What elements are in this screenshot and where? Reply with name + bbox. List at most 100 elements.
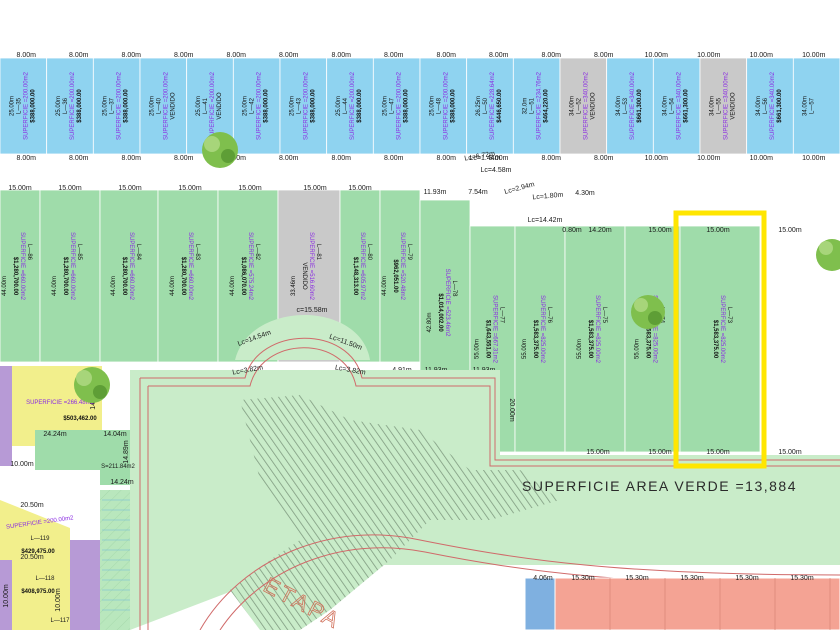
width-dim-top: 15.00m [118,185,142,192]
lot-id: L—75 [601,307,607,324]
lot-depth: 44.00m [52,276,58,296]
width-dim: 15.30m [790,575,814,582]
lot-price: $1,280,700.00 [121,257,127,296]
lot-superficie: SUPERFICIE =340.00m2 [677,71,683,140]
lot-depth: 25.00m [9,96,15,116]
lot-price: $1,280,700.00 [62,257,68,296]
lot-depth: 25.00m [383,96,389,116]
lot-price: $388,000.00 [357,89,363,123]
width-dim-top: 10.00m [802,52,826,59]
width-dim: 20.50m [20,554,44,561]
lot-id: L—83 [194,244,200,261]
lot-price: $1,583,375.00 [712,320,718,359]
lot-depth: 44.00m [111,276,117,296]
lot-id: L—51 [530,97,536,114]
lot-depth: 44.00m [230,276,236,296]
width-dim-top: 15.00m [58,185,82,192]
bottom-right-lots: 4.06m 15.30m 15.30m 15.30m 15.30m 15.30m [524,575,840,630]
lot-id: L—55 [716,97,722,114]
lot-price: $1,583,375.00 [587,320,593,359]
width-dim-top: 7.54m [468,189,488,196]
width-dim: 20.50m [20,502,44,509]
lot-id: L—36 [63,97,69,114]
lot-superficie: SUPERFICIE =200.00m2 [303,71,309,140]
width-dim: 15.30m [735,575,759,582]
width-dim-top: 11.93m [424,189,447,196]
lot-depth: 44.00m [382,276,388,296]
lot-status: VENDIDO [170,92,176,120]
lot-price: $1,086,070.00 [240,257,246,296]
lot-depth: 55.00m [577,339,583,359]
lot-superficie: SUPERFICIE =200.00m2 [23,71,29,140]
lot-status: VENDIDO [217,92,223,120]
bottom-left-text: L—117 [51,618,71,624]
lot-depth: 55.00m [522,339,528,359]
bottom-left-text: L—118 [36,576,56,582]
width-dim-bottom: 15.00m [706,449,730,456]
width-dim: 14.89m [123,440,130,464]
lot-depth: 25.00m [289,96,295,116]
lot-id: L—43 [296,97,302,114]
tree-icon [202,132,238,168]
curve-dim: c=15.58m [297,307,328,314]
width-dim-top: 15.00m [706,227,730,234]
lot-superficie: SUPERFICIE =200.00m2 [443,71,449,140]
lot-price: $1,148,313.00 [352,257,358,296]
lot-price: $1,280,700.00 [12,257,18,296]
lot-price: $1,280,700.00 [180,257,186,296]
lot-L57[interactable] [792,57,840,155]
width-dim: 15.30m [571,575,595,582]
width-dim-top: 8.00m [174,52,194,59]
lot-depth: 55.00m [635,339,641,359]
lot-depth: 34.00m [709,96,715,116]
lot-superficie: SUPERFICIE =516.60m2 [308,232,314,301]
lot-id: L—50 [483,97,489,114]
width-dim: 10.00m [3,584,10,608]
lot-superficie: SUPERFICIE =200.00m2 [210,71,216,140]
lot-status: VENDIDO [301,262,307,290]
lot-price: $388,000.00 [30,89,36,123]
width-dim: 15.30m [680,575,704,582]
width-dim-top: 8.00m [279,52,299,59]
lot-superficie: SUPERFICIE =660.00m2 [187,232,193,301]
lot-id: L—37 [110,97,116,114]
tree-icon [74,367,110,403]
lot-depth: 25.00m [243,96,249,116]
lot-id: L—76 [546,307,552,324]
lot-id: L—57 [810,97,816,114]
width-dim: 10.00m [10,461,34,468]
lot-superficie: SUPERFICIE =825.00m2 [719,295,725,364]
width-dim-top: 8.00m [594,52,614,59]
lot-price: $1,643,551.00 [485,320,491,359]
lot-id: L—44 [343,97,349,114]
lot-superficie: SUPERFICIE =660.00m2 [128,232,134,301]
lot-superficie: SUPERFICIE =520.48m2 [399,232,405,301]
width-dim-top: 10.00m [697,52,721,59]
lot-depth: 25.00m [429,96,435,116]
lot-id: L—42 [250,97,256,114]
lot-id: L—54 [670,97,676,114]
curve-dim: Lc=1.44m [470,155,501,162]
lot-id: L—52 [576,97,582,114]
lot-superficie: SUPERFICIE =605.97m2 [359,232,365,301]
lot-label: 34.00m L—57 [803,96,816,116]
bottom-left-text: $429,475.00 [21,549,55,555]
top-row-lots: 25.00m L—35 SUPERFICIE =200.00m2 $388,000.0… [0,52,840,162]
site-plan-map: 25.00m L—35 SUPERFICIE =200.00m2 $388,000.0… [0,0,840,630]
lot-id: L—73 [726,307,732,324]
width-dim: 4.06m [533,575,553,582]
width-dim: 24.24m [43,431,67,438]
lot-depth: 34.00m [616,96,622,116]
bottom-left-text: $503,462.00 [63,416,97,422]
lot-superficie: SUPERFICIE =234.76m2 [537,71,543,140]
width-dim: 10.00m [55,588,62,612]
lot-id: L—86 [26,244,32,261]
width-dim-top: 15.00m [238,185,262,192]
width-dim-top: 8.00m [227,52,247,59]
bottom-left-text: S=211.84m2 [101,464,135,470]
width-dim-top: 8.00m [17,52,37,59]
lot-price: $446,650.00 [497,89,503,123]
lot-superficie: SUPERFICIE =340.00m2 [630,71,636,140]
lot-depth: 25.00m [336,96,342,116]
lot-id: L—41 [203,97,209,114]
